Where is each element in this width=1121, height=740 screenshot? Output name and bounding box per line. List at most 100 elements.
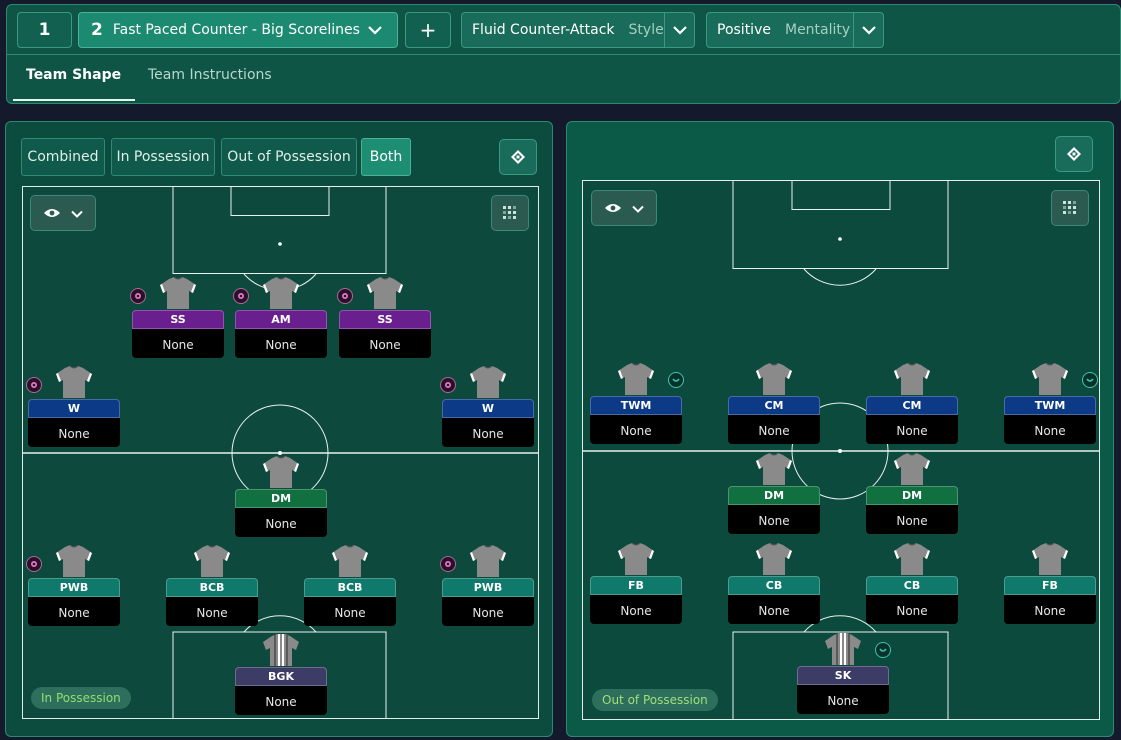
tactic-header: 1 2 Fast Paced Counter - Big Scorelines … — [6, 4, 1121, 104]
player-slot[interactable]: BGK None — [235, 634, 327, 720]
player-slot[interactable]: DM None — [728, 452, 820, 539]
player-slot[interactable]: CM None — [728, 362, 820, 449]
pitch-view-icon[interactable] — [499, 139, 537, 175]
mode-out-of-possession-button[interactable]: Out of Possession — [221, 138, 357, 176]
player-duty: None — [304, 597, 396, 626]
player-role: DM — [235, 489, 327, 508]
player-slot[interactable]: FB None — [1004, 542, 1096, 629]
player-slot[interactable]: DM None — [866, 452, 958, 539]
chevron-down-icon[interactable] — [853, 13, 883, 47]
player-slot[interactable]: TWM None — [590, 362, 684, 449]
style-selector[interactable]: Fluid Counter-Attack Style — [461, 12, 695, 48]
player-slot[interactable]: CB None — [728, 542, 820, 629]
player-duty: None — [728, 415, 820, 444]
instruction-badge-icon[interactable] — [26, 377, 42, 393]
player-duty: None — [728, 505, 820, 534]
chevron-down-icon[interactable] — [664, 13, 694, 47]
shirt-icon — [263, 455, 299, 488]
pitch-out-of-possession: Out of Possession TWM None CM None CM None TWM… — [582, 180, 1100, 720]
player-slot[interactable]: CB None — [866, 542, 958, 629]
player-duty: None — [866, 505, 958, 534]
player-duty: None — [442, 418, 534, 447]
mode-combined-button[interactable]: Combined — [21, 138, 105, 176]
formation-grid-icon[interactable] — [491, 195, 529, 231]
instruction-badge-icon[interactable] — [130, 288, 146, 304]
instruction-badge-icon[interactable] — [233, 288, 249, 304]
player-slot[interactable]: BCB None — [166, 544, 258, 631]
player-duty: None — [28, 418, 120, 447]
shirt-icon — [263, 634, 299, 666]
tab-team-instructions[interactable]: Team Instructions — [148, 67, 272, 83]
player-slot[interactable]: BCB None — [304, 544, 396, 631]
player-slot[interactable]: CM None — [866, 362, 958, 449]
shirt-icon — [332, 544, 368, 577]
player-duty: None — [1004, 595, 1096, 624]
player-role: SK — [797, 666, 889, 685]
player-role: W — [442, 399, 534, 418]
instruction-badge-icon[interactable] — [875, 642, 891, 658]
player-slot[interactable]: PWB None — [440, 544, 534, 631]
player-slot[interactable]: TWM None — [1004, 362, 1098, 449]
chevron-down-icon — [367, 22, 383, 42]
in-possession-panel: Combined In Possession Out of Possession… — [5, 121, 553, 737]
phase-label-in-possession: In Possession — [31, 687, 131, 709]
shirt-icon — [894, 452, 930, 485]
player-role: FB — [1004, 576, 1096, 595]
mode-in-possession-button[interactable]: In Possession — [111, 138, 215, 176]
player-role: TWM — [1004, 396, 1096, 415]
eye-icon — [43, 204, 61, 223]
tactic-selector[interactable]: 2 Fast Paced Counter - Big Scorelines — [78, 12, 398, 48]
formation-grid-icon[interactable] — [1051, 190, 1089, 226]
mentality-selector[interactable]: Positive Mentality — [706, 12, 884, 48]
player-slot[interactable]: W None — [26, 365, 120, 452]
player-slot[interactable]: W None — [440, 365, 534, 452]
tactic-name: Fast Paced Counter - Big Scorelines — [112, 22, 360, 38]
player-duty: None — [132, 329, 224, 358]
player-duty: None — [728, 595, 820, 624]
active-tab-indicator — [13, 99, 135, 101]
player-slot[interactable]: SK None — [797, 633, 891, 719]
instruction-badge-icon[interactable] — [440, 377, 456, 393]
shirt-icon — [470, 544, 506, 577]
player-role: W — [28, 399, 120, 418]
shirt-icon — [1032, 542, 1068, 575]
player-slot[interactable]: DM None — [235, 455, 327, 542]
player-duty: None — [442, 597, 534, 626]
player-slot[interactable]: SS None — [337, 276, 431, 363]
player-slot[interactable]: PWB None — [26, 544, 120, 631]
instruction-badge-icon[interactable] — [1082, 372, 1098, 388]
player-duty: None — [1004, 415, 1096, 444]
mode-both-button[interactable]: Both — [361, 138, 411, 176]
visibility-toggle[interactable] — [30, 195, 96, 231]
visibility-toggle[interactable] — [591, 190, 657, 226]
shirt-icon — [756, 452, 792, 485]
shirt-icon — [56, 365, 92, 398]
shirt-icon — [1032, 362, 1068, 395]
chevron-down-icon — [632, 199, 644, 218]
player-duty: None — [235, 329, 327, 358]
mentality-label: Mentality — [784, 22, 851, 38]
tactic-slot-1-button[interactable]: 1 — [17, 12, 72, 48]
player-duty: None — [339, 329, 431, 358]
player-slot[interactable]: SS None — [130, 276, 224, 363]
player-duty: None — [590, 415, 682, 444]
player-duty: None — [235, 686, 327, 715]
player-duty: None — [590, 595, 682, 624]
tactic-slot-2-number: 2 — [91, 20, 103, 40]
instruction-badge-icon[interactable] — [26, 556, 42, 572]
mentality-value: Positive — [717, 22, 771, 38]
player-slot[interactable]: FB None — [590, 542, 682, 629]
shirt-icon — [894, 542, 930, 575]
player-duty: None — [797, 685, 889, 714]
add-tactic-button[interactable]: + — [405, 12, 451, 48]
player-role: CB — [728, 576, 820, 595]
tab-team-shape[interactable]: Team Shape — [26, 67, 121, 83]
player-slot[interactable]: AM None — [233, 276, 327, 363]
player-role: CM — [866, 396, 958, 415]
instruction-badge-icon[interactable] — [668, 372, 684, 388]
instruction-badge-icon[interactable] — [440, 556, 456, 572]
pitch-view-icon[interactable] — [1055, 136, 1093, 172]
player-role: FB — [590, 576, 682, 595]
instruction-badge-icon[interactable] — [337, 288, 353, 304]
player-role: PWB — [442, 578, 534, 597]
